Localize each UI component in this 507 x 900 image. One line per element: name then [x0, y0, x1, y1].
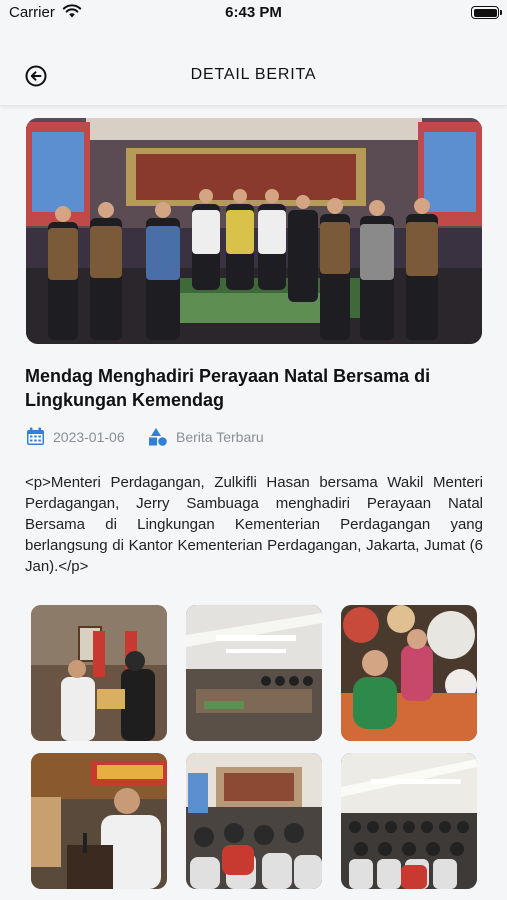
gallery-photo[interactable] [341, 753, 477, 889]
page-title: DETAIL BERITA [190, 66, 317, 83]
status-bar: Carrier 6:43 PM [0, 0, 507, 30]
shapes-icon [149, 428, 167, 446]
article-category-text: Berita Terbaru [176, 428, 264, 445]
gallery-photo[interactable] [186, 605, 322, 741]
clock-time: 6:43 PM [225, 4, 282, 21]
article-title: Mendag Menghadiri Perayaan Natal Bersama… [25, 366, 431, 410]
article-body: <p>Menteri Perdagangan, Zulkifli Hasan b… [25, 474, 483, 575]
article-hero-image [26, 118, 482, 344]
article-meta: 2023-01-06 Berita Terbaru [26, 427, 486, 447]
article-date-text: 2023-01-06 [53, 428, 125, 445]
calendar-icon [27, 427, 44, 445]
gallery-photo[interactable] [341, 605, 477, 741]
gallery-photo[interactable] [31, 605, 167, 741]
battery-icon [471, 6, 502, 19]
article-date: 2023-01-06 [26, 427, 125, 446]
gallery-photo[interactable] [31, 753, 167, 889]
article-category: Berita Terbaru [148, 427, 264, 446]
app-header: DETAIL BERITA [0, 44, 507, 106]
gallery-photo[interactable] [186, 753, 322, 889]
